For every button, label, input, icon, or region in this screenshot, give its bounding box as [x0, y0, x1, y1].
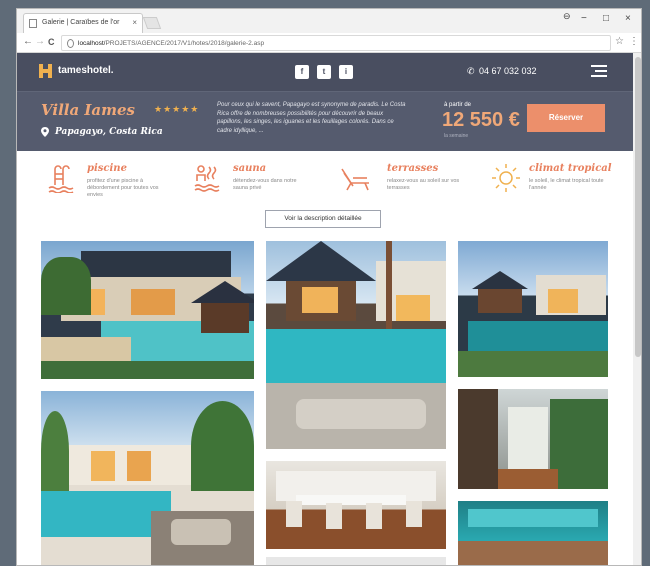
bookmark-star-icon[interactable]: ☆	[615, 36, 624, 47]
lounge-chair-icon	[341, 168, 369, 191]
new-tab-button[interactable]	[142, 17, 162, 29]
twitter-icon[interactable]: t	[317, 65, 331, 79]
gallery-photo-pool-gazebo[interactable]	[266, 241, 446, 449]
url-host: localhost/	[78, 40, 106, 47]
feature-description: relaxez-vous au soleil sur vos terrasses	[387, 178, 460, 191]
logo-icon[interactable]	[39, 64, 52, 78]
reload-button[interactable]: C	[48, 37, 55, 47]
browser-window: Galerie | Caraïbes de l'or × ⊖ − □ × ← →…	[16, 8, 642, 566]
gallery-photo-dining-room[interactable]	[266, 461, 446, 549]
feature-description: le soleil, le climat tropical toute l'an…	[529, 178, 604, 191]
price-from-label: à partir de	[444, 102, 472, 108]
gallery-photo-infinity-pool[interactable]	[458, 241, 608, 377]
url-path: PROJETS/AGENCE/2017/V1/hotes/2018/galeri…	[105, 40, 265, 47]
url-input[interactable]: localhost/PROJETS/AGENCE/2017/V1/hotes/2…	[61, 35, 611, 51]
villa-summary: Villa Iames ★★★★★ Papagayo, Costa Rica P…	[17, 91, 633, 151]
phone-icon: ✆	[467, 66, 475, 76]
web-page: tameshotel. f t i ✆ 04 67 032 032 Villa …	[17, 53, 633, 565]
gallery-photo-pool-lounge[interactable]	[41, 391, 254, 565]
instagram-icon[interactable]: i	[339, 65, 353, 79]
browser-menu-icon[interactable]: ⋮	[629, 36, 639, 47]
feature-title: climat tropical	[529, 163, 612, 174]
villa-title: Villa Iames	[41, 101, 136, 119]
forward-button[interactable]: →	[35, 36, 45, 47]
tab-title: Galerie | Caraïbes de l'or	[42, 19, 120, 26]
villa-price: 12 550 €	[442, 109, 520, 131]
villa-location: Papagayo, Costa Rica	[55, 127, 163, 137]
page-scrollbar[interactable]	[633, 53, 641, 565]
phone-number[interactable]: 04 67 032 032	[479, 66, 537, 76]
detailed-description-button[interactable]: Voir la description détaillée	[265, 210, 381, 228]
tab-close-icon[interactable]: ×	[132, 18, 137, 27]
pool-ladder-icon	[48, 165, 74, 193]
gallery-photo-villa-pool[interactable]	[41, 241, 254, 379]
gallery-photo-hallway[interactable]	[458, 389, 608, 489]
scrollbar-thumb[interactable]	[635, 57, 641, 357]
price-period: la semaine	[444, 133, 469, 139]
minimize-button[interactable]: −	[581, 13, 587, 24]
feature-description: profitez d'une piscine à débordement pou…	[87, 178, 159, 198]
maximize-button[interactable]: □	[603, 13, 609, 24]
sun-icon	[492, 164, 520, 192]
site-logo-text[interactable]: tameshotel.	[58, 65, 114, 76]
feature-title: piscine	[87, 163, 127, 174]
gallery-photo-spa[interactable]	[458, 501, 608, 565]
back-button[interactable]: ←	[23, 36, 33, 47]
account-icon[interactable]: ⊖	[563, 11, 571, 22]
villa-description: Pour ceux qui le savent, Papagayo est sy…	[217, 102, 406, 134]
gallery-photo-interior[interactable]	[266, 557, 446, 565]
feature-title: sauna	[233, 163, 267, 174]
location-pin-icon	[41, 127, 49, 137]
sauna-icon	[194, 165, 220, 192]
site-header: tameshotel. f t i ✆ 04 67 032 032	[17, 53, 633, 91]
close-window-button[interactable]: ×	[625, 13, 631, 24]
facebook-icon[interactable]: f	[295, 65, 309, 79]
star-rating: ★★★★★	[154, 104, 200, 114]
tab-bar: Galerie | Caraïbes de l'or × ⊖ − □ ×	[17, 9, 641, 33]
address-bar-row: ← → C localhost/PROJETS/AGENCE/2017/V1/h…	[17, 33, 641, 53]
feature-title: terrasses	[387, 163, 439, 174]
info-icon	[67, 39, 74, 48]
reserve-button[interactable]: Réserver	[527, 104, 605, 132]
hamburger-menu-icon[interactable]	[591, 65, 607, 77]
page-favicon-icon	[29, 19, 37, 28]
browser-tab[interactable]: Galerie | Caraïbes de l'or ×	[23, 13, 143, 33]
feature-description: détendez-vous dans notre sauna privé	[233, 178, 297, 191]
